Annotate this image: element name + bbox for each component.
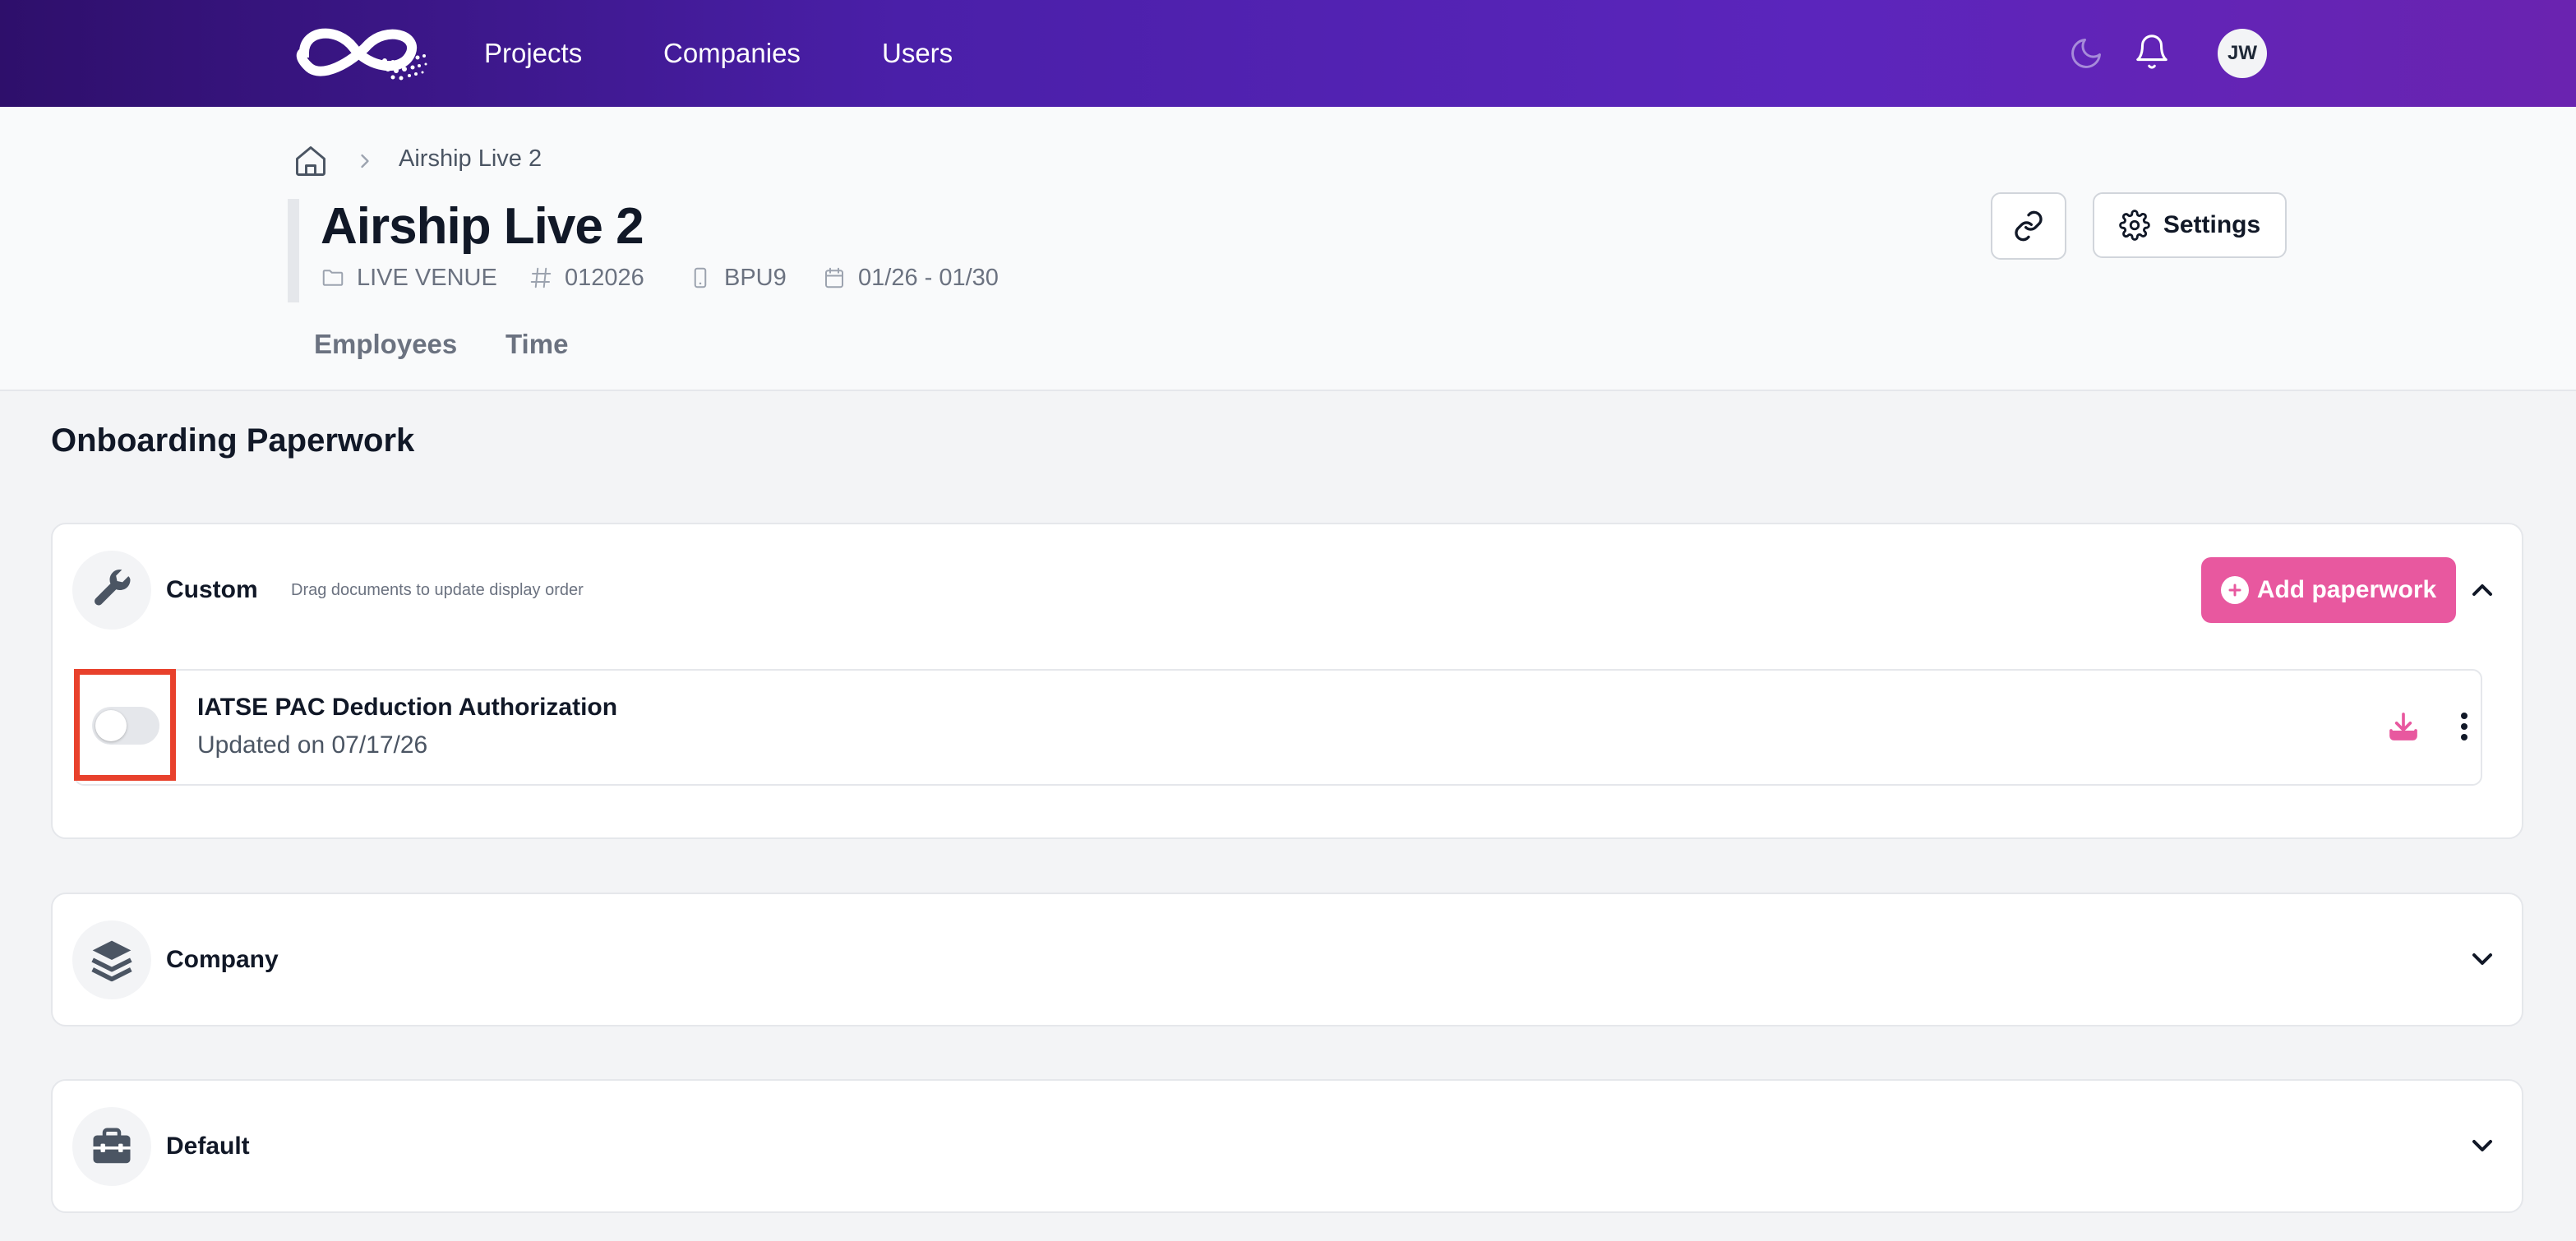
page-title: Airship Live 2 bbox=[321, 198, 644, 255]
chevron-down-icon bbox=[2472, 1140, 2492, 1151]
document-more-options-button[interactable] bbox=[2446, 707, 2482, 746]
tab-employees[interactable]: Employees bbox=[314, 329, 457, 360]
breadcrumb-home[interactable] bbox=[293, 143, 329, 179]
breadcrumb-separator bbox=[353, 148, 376, 174]
plus-circle-icon bbox=[2220, 576, 2249, 604]
download-document-button[interactable] bbox=[2384, 707, 2423, 746]
project-number: 012026 bbox=[529, 261, 644, 294]
dark-mode-toggle[interactable] bbox=[2066, 33, 2107, 74]
phone-icon bbox=[694, 267, 707, 288]
drag-hint: Drag documents to update display order bbox=[291, 581, 584, 599]
gear-icon bbox=[2119, 210, 2150, 241]
download-icon bbox=[2389, 713, 2417, 740]
chevron-right-icon bbox=[361, 154, 369, 168]
calendar-icon bbox=[825, 267, 843, 288]
collapse-custom-button[interactable] bbox=[2464, 572, 2500, 608]
layers-icon bbox=[91, 940, 132, 982]
custom-group-label: Custom bbox=[166, 576, 258, 603]
venue-type-text: LIVE VENUE bbox=[357, 264, 497, 291]
bell-icon bbox=[2136, 35, 2167, 69]
add-paperwork-button[interactable]: Add paperwork bbox=[2201, 557, 2456, 623]
paperwork-group-default[interactable]: Default bbox=[51, 1079, 2523, 1213]
document-row[interactable]: IATSE PAC Deduction Authorization Update… bbox=[74, 669, 2482, 786]
settings-button[interactable]: Settings bbox=[2093, 192, 2287, 258]
link-icon bbox=[2015, 210, 2043, 242]
nav-link-users[interactable]: Users bbox=[882, 33, 953, 74]
paperwork-group-custom: Custom Drag documents to update display … bbox=[51, 523, 2523, 839]
settings-label: Settings bbox=[2163, 211, 2261, 238]
title-accent-bar bbox=[288, 199, 299, 302]
nav-link-projects[interactable]: Projects bbox=[484, 33, 582, 74]
project-device-text: BPU9 bbox=[724, 264, 787, 291]
custom-group-icon-wrapper bbox=[72, 551, 151, 630]
moon-icon bbox=[2071, 39, 2101, 68]
top-navigation-bar: Projects Companies Users JW bbox=[0, 0, 2576, 107]
company-group-label: Company bbox=[166, 946, 279, 973]
chevron-down-icon bbox=[2472, 953, 2492, 965]
project-dates-text: 01/26 - 01/30 bbox=[858, 264, 999, 291]
toolbox-icon bbox=[93, 1128, 131, 1164]
paperwork-group-company[interactable]: Company bbox=[51, 893, 2523, 1026]
copy-link-button[interactable] bbox=[1991, 192, 2066, 260]
project-device: BPU9 bbox=[688, 261, 787, 294]
toggle-knob bbox=[95, 710, 127, 741]
nav-link-companies[interactable]: Companies bbox=[663, 33, 801, 74]
notifications-button[interactable] bbox=[2131, 31, 2172, 72]
project-venue-type: LIVE VENUE bbox=[321, 261, 497, 294]
document-updated-date: Updated on 07/17/26 bbox=[197, 731, 428, 759]
default-group-label: Default bbox=[166, 1133, 250, 1160]
tab-time[interactable]: Time bbox=[506, 329, 568, 360]
expand-company-button[interactable] bbox=[2464, 941, 2500, 977]
user-avatar[interactable]: JW bbox=[2218, 29, 2267, 78]
project-number-text: 012026 bbox=[565, 264, 644, 291]
wrench-icon bbox=[95, 569, 131, 606]
default-group-icon-wrapper bbox=[72, 1107, 151, 1186]
expand-default-button[interactable] bbox=[2464, 1128, 2500, 1164]
section-title: Onboarding Paperwork bbox=[51, 422, 415, 459]
document-enabled-toggle[interactable] bbox=[92, 707, 159, 745]
home-icon bbox=[296, 146, 325, 176]
document-name: IATSE PAC Deduction Authorization bbox=[197, 694, 618, 721]
chevron-up-icon bbox=[2472, 584, 2492, 596]
more-vertical-icon bbox=[2461, 713, 2468, 740]
add-paperwork-label: Add paperwork bbox=[2256, 576, 2437, 603]
brand-logo[interactable] bbox=[288, 20, 432, 85]
project-header: Airship Live 2 Airship Live 2 LIVE VENUE… bbox=[0, 107, 2576, 391]
breadcrumb-current[interactable]: Airship Live 2 bbox=[399, 145, 542, 173]
project-dates: 01/26 - 01/30 bbox=[822, 261, 999, 294]
company-group-icon-wrapper bbox=[72, 920, 151, 999]
folder-icon bbox=[322, 270, 344, 286]
hash-icon bbox=[530, 267, 552, 288]
